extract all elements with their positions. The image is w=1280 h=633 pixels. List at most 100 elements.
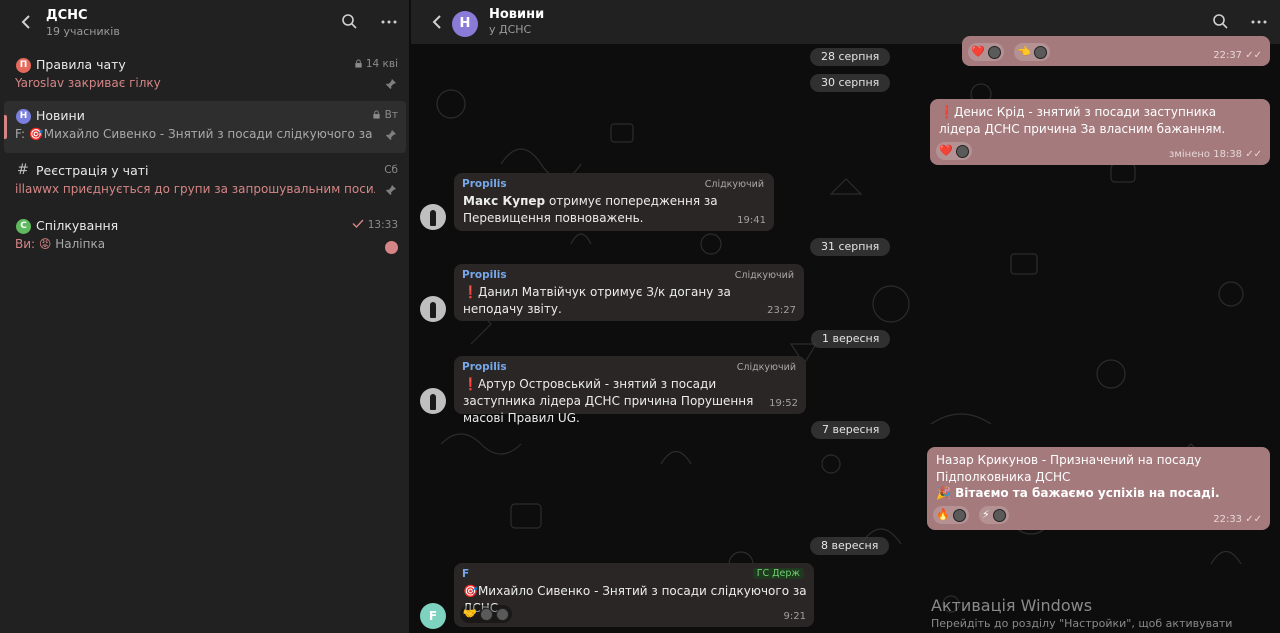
reactor-avatar bbox=[1033, 45, 1047, 59]
message-bubble[interactable]: F ГС Держ 🎯Михайло Сивенко - Знятий з по… bbox=[454, 563, 814, 627]
target-emoji-icon: 🎯 bbox=[463, 584, 478, 598]
message-body: Артур Островський - знятий з посади заст… bbox=[463, 377, 754, 425]
reactor-avatar bbox=[992, 508, 1006, 522]
topic-item-news[interactable]: Н Новини Вт F: 🎯Михайло Сивенко - Знятий… bbox=[4, 101, 406, 153]
chat-panel: Н Новини у ДСНС 28 серпня 30 серпня 31 с… bbox=[411, 0, 1280, 633]
hash-icon: # bbox=[17, 162, 29, 178]
date-separator: 7 вересня bbox=[811, 421, 891, 439]
topic-name: Правила чату bbox=[36, 57, 126, 72]
sender-role: Слідкуючий bbox=[734, 270, 794, 281]
sender-role: Слідкуючий bbox=[736, 362, 796, 373]
message-body: Данил Матвійчук отримує З/к догану за не… bbox=[463, 285, 731, 316]
message-text: Макс Купер отримує попередження за Перев… bbox=[463, 193, 763, 227]
topic-last-message: illawwx приєднується до групи за запрошу… bbox=[15, 182, 375, 196]
message-bubble[interactable]: ❤️ 👈 22:37 ✓✓ bbox=[962, 36, 1270, 66]
topic-name: Спілкування bbox=[36, 218, 119, 233]
sender-name[interactable]: Propilis bbox=[462, 178, 507, 190]
sidebar-header: ДСНС 19 учасників bbox=[0, 0, 410, 46]
date-separator: 8 вересня bbox=[810, 537, 890, 555]
reactor-avatar bbox=[987, 45, 1001, 59]
target-emoji-icon: 🎯 bbox=[28, 127, 44, 141]
topic-avatar: С bbox=[16, 219, 31, 234]
message-time: 9:21 bbox=[783, 611, 806, 622]
message-text: ❗Артур Островський - знятий з посади зас… bbox=[463, 376, 763, 427]
sender-name[interactable]: F bbox=[462, 568, 469, 580]
lock-icon bbox=[373, 110, 380, 119]
date-separator: 28 серпня bbox=[810, 48, 891, 66]
message-time: 19:52 bbox=[769, 398, 798, 409]
more-icon[interactable] bbox=[379, 12, 399, 32]
topic-date-text: 13:33 bbox=[367, 219, 398, 231]
date-separator: 30 серпня bbox=[810, 74, 891, 92]
message-bubble[interactable]: Propilis Слідкуючий ❗Артур Островський -… bbox=[454, 356, 806, 425]
exclamation-icon: ❗ bbox=[939, 105, 954, 119]
message-bubble[interactable]: Propilis Слідкуючий ❗Данил Матвійчук отр… bbox=[454, 264, 804, 321]
reactor-avatar bbox=[952, 508, 966, 522]
topic-avatar: Н bbox=[452, 11, 478, 37]
reactor-avatar bbox=[955, 144, 969, 158]
topic-subtitle: у ДСНС bbox=[489, 23, 532, 36]
time-text: 18:38 bbox=[1213, 149, 1243, 160]
check-icon bbox=[352, 219, 364, 229]
reaction-chip[interactable]: 🔥 bbox=[933, 506, 969, 524]
pin-icon bbox=[385, 184, 397, 196]
date-separator: 1 вересня bbox=[811, 330, 891, 348]
party-icon: 🎉 bbox=[936, 486, 951, 500]
windows-activation-watermark: Активація Windows bbox=[931, 596, 1093, 615]
group-title: ДСНС bbox=[46, 8, 88, 23]
reactor-avatar bbox=[495, 607, 509, 621]
sender-name[interactable]: Propilis bbox=[462, 361, 507, 373]
sender-role: Слідкуючий bbox=[704, 179, 764, 190]
message-bubble[interactable]: Propilis Слідкуючий Макс Купер отримує п… bbox=[454, 173, 774, 231]
message-text: ❗Данил Матвійчук отримує З/к догану за н… bbox=[463, 284, 793, 318]
pointing-hand-icon: 👈 bbox=[1017, 45, 1031, 58]
sender-avatar[interactable] bbox=[420, 204, 446, 230]
topic-avatar: П bbox=[16, 58, 31, 73]
message-bold-name: Макс Купер bbox=[463, 194, 546, 208]
double-check-icon: ✓✓ bbox=[1245, 149, 1262, 160]
message-time: 19:41 bbox=[737, 215, 766, 226]
sender-avatar[interactable]: F bbox=[420, 603, 446, 629]
message-body: Денис Крід - знятий з посади заступника … bbox=[939, 105, 1226, 136]
message-bubble[interactable]: ❗Денис Крід - знятий з посади заступника… bbox=[930, 99, 1270, 165]
topic-date-text: Вт bbox=[384, 109, 398, 121]
unread-badge bbox=[385, 241, 398, 254]
windows-activation-hint: Перейдіть до розділу "Настройки", щоб ак… bbox=[931, 617, 1233, 630]
fire-icon: 🔥 bbox=[936, 508, 950, 521]
message-body: Михайло Сивенко - Знятий з посади слідку… bbox=[463, 584, 807, 615]
sender-prefix: Ви: bbox=[15, 237, 39, 251]
message-time: 23:27 bbox=[767, 305, 796, 316]
reaction-chip[interactable]: ❤️ bbox=[936, 142, 972, 160]
topic-date: 13:33 bbox=[352, 219, 398, 231]
message-body: Вітаємо та бажаємо успіхів на посаді. bbox=[955, 486, 1220, 500]
topic-item-chat[interactable]: С Спілкування 13:33 Ви: 😡 Наліпка bbox=[4, 211, 406, 263]
topic-avatar: Н bbox=[16, 109, 31, 124]
topic-last-message: F: 🎯Михайло Сивенко - Знятий з посади сл… bbox=[15, 127, 375, 141]
message-bubble[interactable]: Назар Крикунов - Призначений на посаду П… bbox=[927, 447, 1270, 530]
reaction-chip[interactable]: ❤️ bbox=[968, 43, 1004, 61]
search-icon[interactable] bbox=[1211, 12, 1231, 32]
last-message-text: Yaroslav закриває гілку bbox=[15, 76, 161, 90]
last-message-text: Наліпка bbox=[55, 237, 106, 251]
reaction-chip[interactable]: 👈 bbox=[1014, 43, 1050, 61]
reaction-chip[interactable]: 🤝 bbox=[460, 605, 512, 623]
sender-avatar[interactable] bbox=[420, 296, 446, 322]
more-icon[interactable] bbox=[1249, 12, 1269, 32]
sender-name[interactable]: Propilis bbox=[462, 269, 507, 281]
sticker-emoji-icon: 😡 bbox=[38, 237, 56, 251]
handshake-icon: 🤝 bbox=[463, 607, 477, 620]
reaction-chip[interactable]: ⚡ bbox=[979, 506, 1009, 524]
reactor-avatar bbox=[479, 607, 493, 621]
topics-sidebar: ДСНС 19 учасників П Правила чату 14 кві … bbox=[0, 0, 410, 633]
message-time: 22:37 ✓✓ bbox=[1213, 50, 1262, 61]
message-time: 22:33 ✓✓ bbox=[1213, 514, 1262, 525]
message-text: ❗Денис Крід - знятий з посади заступника… bbox=[939, 104, 1259, 138]
active-indicator bbox=[4, 115, 7, 139]
sender-avatar[interactable] bbox=[420, 388, 446, 414]
topic-item-registration[interactable]: # Реєстрація у чаті Сб illawwx приєднуєт… bbox=[4, 156, 406, 208]
back-arrow-icon[interactable] bbox=[427, 12, 447, 32]
back-arrow-icon[interactable] bbox=[16, 12, 36, 32]
topic-item-rules[interactable]: П Правила чату 14 кві Yaroslav закриває … bbox=[4, 50, 406, 102]
last-message-text: Михайло Сивенко - Знятий з посади слідку… bbox=[43, 127, 375, 141]
search-icon[interactable] bbox=[340, 12, 360, 32]
